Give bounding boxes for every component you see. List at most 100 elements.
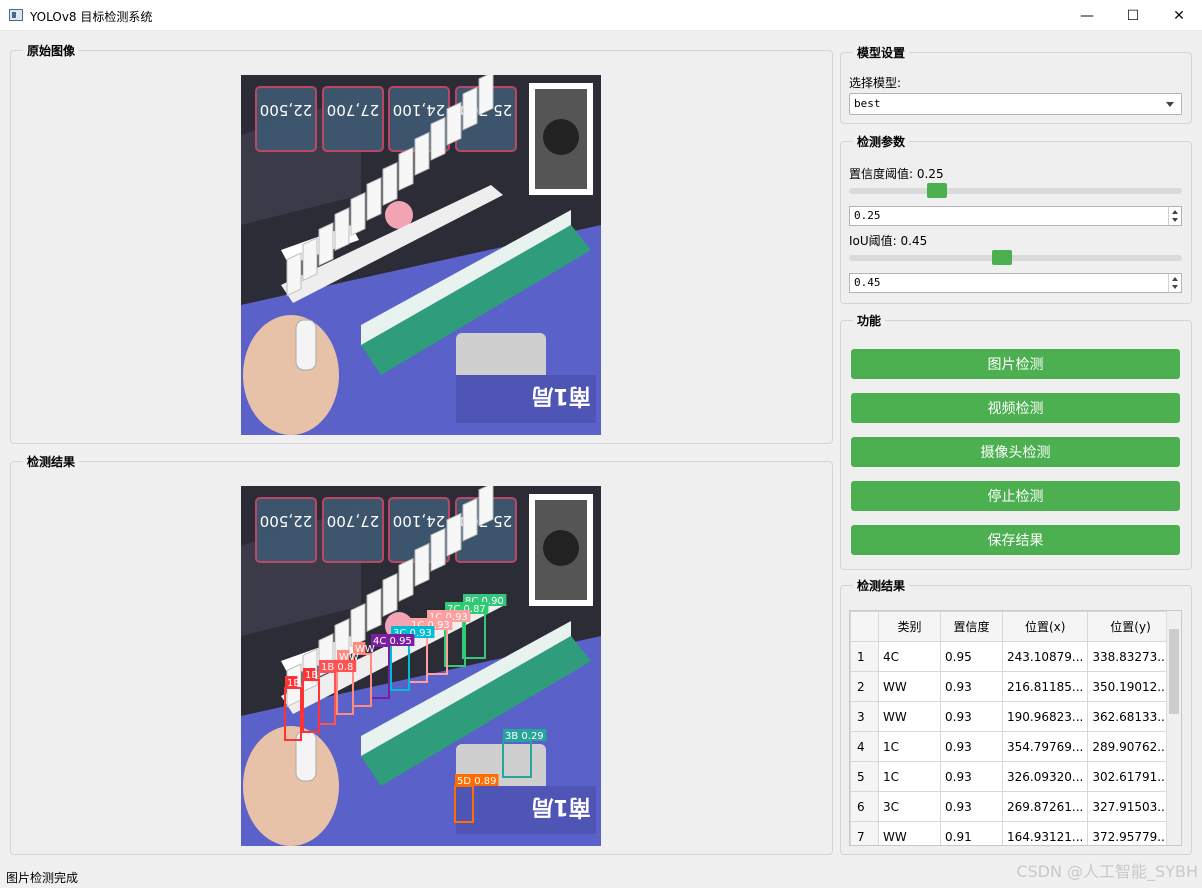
iou-spinbox-value: 0.45 — [854, 276, 881, 289]
iou-slider[interactable] — [849, 255, 1182, 261]
held-tile — [295, 730, 317, 782]
cell-y[interactable]: 327.91503... — [1087, 791, 1174, 822]
iou-spinbox[interactable]: 0.45 — [849, 273, 1182, 293]
score-text: 22,500 — [260, 512, 313, 530]
table-row[interactable]: 7 WW 0.91 164.93121... 372.95779... — [850, 821, 1174, 845]
iou-slider-handle[interactable] — [991, 250, 1012, 265]
cell-y[interactable]: 362.68133... — [1087, 701, 1174, 732]
app-icon — [9, 9, 23, 21]
corner-header[interactable] — [850, 611, 879, 642]
column-header-y[interactable]: 位置(y) — [1087, 611, 1174, 642]
cell-class[interactable]: 1C — [878, 761, 941, 792]
table-scrollbar[interactable] — [1166, 611, 1181, 845]
cell-confidence[interactable]: 0.95 — [940, 641, 1003, 672]
cell-class[interactable]: 3C — [878, 791, 941, 822]
original-image-title: 原始图像 — [23, 42, 80, 59]
mahjong-tile — [398, 146, 414, 191]
model-select[interactable]: best — [849, 93, 1182, 115]
mahjong-tile — [382, 161, 398, 206]
cell-y[interactable]: 302.61791... — [1087, 761, 1174, 792]
cell-confidence[interactable]: 0.93 — [940, 731, 1003, 762]
column-header-confidence[interactable]: 置信度 — [940, 611, 1003, 642]
cell-x[interactable]: 216.81185... — [1001, 671, 1089, 702]
cell-x[interactable]: 354.79769... — [1001, 731, 1089, 762]
conf-spinbox[interactable]: 0.25 — [849, 206, 1182, 226]
close-button[interactable]: ✕ — [1156, 0, 1202, 31]
cell-x[interactable]: 190.96823... — [1001, 701, 1089, 732]
spin-arrows-icon[interactable] — [1168, 207, 1181, 225]
row-number[interactable]: 3 — [850, 701, 879, 732]
mahjong-tile — [286, 252, 302, 297]
cell-x[interactable]: 269.87261... — [1001, 791, 1089, 822]
mahjong-tile — [302, 237, 318, 282]
detection-label: 3B 0.29 — [505, 731, 544, 742]
scrollbar-thumb[interactable] — [1169, 629, 1179, 714]
score-text: 22,500 — [260, 101, 313, 119]
cell-confidence[interactable]: 0.93 — [940, 761, 1003, 792]
model-select-label: 选择模型: — [849, 76, 902, 90]
stop-detect-button[interactable]: 停止检测 — [851, 481, 1180, 511]
held-tile — [295, 319, 317, 371]
maximize-button[interactable]: ☐ — [1110, 0, 1156, 31]
cell-class[interactable]: WW — [878, 821, 941, 845]
title-bar: YOLOv8 目标检测系统 — ☐ ✕ — [0, 0, 1202, 31]
mahjong-tile — [350, 603, 366, 648]
detection-params-title: 检测参数 — [853, 133, 910, 150]
minimize-button[interactable]: — — [1064, 0, 1110, 31]
cell-confidence[interactable]: 0.91 — [940, 821, 1003, 845]
cell-confidence[interactable]: 0.93 — [940, 791, 1003, 822]
cell-class[interactable]: 4C — [878, 641, 941, 672]
cell-confidence[interactable]: 0.93 — [940, 671, 1003, 702]
video-detect-button[interactable]: 视频检测 — [851, 393, 1180, 423]
cell-x[interactable]: 164.93121... — [1001, 821, 1089, 845]
camera-detect-button[interactable]: 摄像头检测 — [851, 437, 1180, 467]
row-number[interactable]: 4 — [850, 731, 879, 762]
table-row[interactable]: 2 WW 0.93 216.81185... 350.19012... — [850, 671, 1174, 702]
original-image: 25,70024,10027,70022,500南1局 — [241, 75, 601, 435]
score-text: 24,100 — [393, 101, 446, 119]
spin-arrows-icon[interactable] — [1168, 274, 1181, 292]
row-number[interactable]: 5 — [850, 761, 879, 792]
mahjong-tile — [430, 116, 446, 161]
cell-y[interactable]: 289.90762... — [1087, 731, 1174, 762]
mahjong-tile — [398, 557, 414, 602]
cell-class[interactable]: WW — [878, 701, 941, 732]
table-row[interactable]: 1 4C 0.95 243.10879... 338.83273... — [850, 641, 1174, 672]
detection-label: 4C 0.95 — [373, 636, 412, 647]
row-number[interactable]: 7 — [850, 821, 879, 845]
column-header-x[interactable]: 位置(x) — [1001, 611, 1089, 642]
save-results-button[interactable]: 保存结果 — [851, 525, 1180, 555]
chevron-down-icon — [1166, 102, 1174, 107]
mahjong-tile — [478, 486, 494, 527]
cell-x[interactable]: 326.09320... — [1001, 761, 1089, 792]
mahjong-tile — [366, 587, 382, 632]
cell-y[interactable]: 338.83273... — [1087, 641, 1174, 672]
results-table[interactable]: 类别 置信度 位置(x) 位置(y) 1 4C 0.95 243.10879... 33… — [849, 610, 1182, 846]
cell-confidence[interactable]: 0.93 — [940, 701, 1003, 732]
row-number[interactable]: 2 — [850, 671, 879, 702]
table-row[interactable]: 5 1C 0.93 326.09320... 302.61791... — [850, 761, 1174, 792]
mahjong-tile — [382, 572, 398, 617]
table-row[interactable]: 6 3C 0.93 269.87261... 327.91503... — [850, 791, 1174, 822]
table-row[interactable]: 4 1C 0.93 354.79769... 289.90762... — [850, 731, 1174, 762]
hand — [243, 315, 339, 435]
cell-y[interactable]: 350.19012... — [1087, 671, 1174, 702]
conf-threshold-label: 置信度阈值: 0.25 — [849, 167, 944, 181]
model-select-value: best — [854, 97, 881, 110]
score-text: 24,100 — [393, 512, 446, 530]
cell-class[interactable]: 1C — [878, 731, 941, 762]
cell-y[interactable]: 372.95779... — [1087, 821, 1174, 845]
cell-x[interactable]: 243.10879... — [1001, 641, 1089, 672]
image-detect-button[interactable]: 图片检测 — [851, 349, 1180, 379]
row-number[interactable]: 6 — [850, 791, 879, 822]
iou-threshold-label: IoU阈值: 0.45 — [849, 234, 928, 248]
cell-class[interactable]: WW — [878, 671, 941, 702]
mahjong-tile — [430, 527, 446, 572]
conf-slider[interactable] — [849, 188, 1182, 194]
mahjong-tile — [414, 131, 430, 176]
column-header-class[interactable]: 类别 — [878, 611, 941, 642]
row-number[interactable]: 1 — [850, 641, 879, 672]
conf-slider-handle[interactable] — [926, 183, 947, 198]
table-row[interactable]: 3 WW 0.93 190.96823... 362.68133... — [850, 701, 1174, 732]
mahjong-tile — [318, 222, 334, 267]
